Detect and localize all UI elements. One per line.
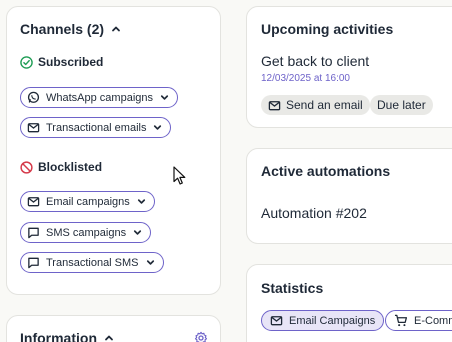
blocklisted-heading: Blocklisted bbox=[20, 160, 102, 174]
activity-date: 12/03/2025 at 16:00 bbox=[261, 73, 350, 84]
settings-icon[interactable] bbox=[194, 331, 208, 342]
tag-label: Due later bbox=[377, 98, 426, 112]
channels-card: Channels (2) Subscribed WhatsApp campaig… bbox=[6, 6, 221, 295]
tab-label: Email Campaigns bbox=[289, 314, 376, 327]
channel-pill-transactional-sms[interactable]: Transactional SMS bbox=[20, 252, 164, 273]
subscribed-heading: Subscribed bbox=[20, 55, 103, 69]
tag-label: Send an email bbox=[286, 98, 363, 112]
stats-tab-ecommerce[interactable]: E-Comm bbox=[385, 310, 452, 331]
subscribed-label: Subscribed bbox=[38, 55, 104, 69]
upcoming-title: Upcoming activities bbox=[261, 21, 394, 37]
information-header[interactable]: Information bbox=[20, 330, 115, 342]
tab-label: E-Comm bbox=[414, 314, 452, 327]
channel-pill-whatsapp[interactable]: WhatsApp campaigns bbox=[20, 87, 178, 108]
chevron-down-icon bbox=[137, 199, 145, 204]
chevron-down-icon bbox=[154, 125, 162, 130]
channels-title: Channels (2) bbox=[20, 21, 105, 37]
channel-pill-label: Transactional SMS bbox=[46, 256, 139, 269]
information-title: Information bbox=[20, 330, 97, 342]
activity-title[interactable]: Get back to client bbox=[261, 53, 369, 69]
upcoming-activities-card: Upcoming activities Get back to client 1… bbox=[246, 6, 452, 128]
channel-pill-label: Email campaigns bbox=[46, 195, 130, 208]
channel-pill-label: Transactional emails bbox=[46, 121, 147, 134]
due-later-tag: Due later bbox=[370, 95, 433, 115]
check-circle-icon bbox=[20, 55, 33, 69]
channel-pill-transactional-emails[interactable]: Transactional emails bbox=[20, 117, 172, 138]
channels-header[interactable]: Channels (2) bbox=[20, 21, 122, 37]
blocked-icon bbox=[20, 160, 33, 174]
chevron-up-icon bbox=[105, 335, 113, 341]
information-card: Information bbox=[6, 315, 221, 342]
mail-icon bbox=[268, 100, 281, 110]
mail-icon bbox=[27, 197, 40, 207]
message-icon bbox=[28, 257, 39, 269]
active-automations-card: Active automations Automation #202 bbox=[246, 148, 452, 244]
statistics-card: Statistics Email Campaigns E-Comm bbox=[246, 264, 452, 342]
send-email-tag[interactable]: Send an email bbox=[261, 95, 370, 115]
automation-item[interactable]: Automation #202 bbox=[261, 205, 367, 221]
chevron-down-icon bbox=[146, 260, 154, 265]
automations-title: Active automations bbox=[261, 163, 391, 179]
stats-tab-email-campaigns[interactable]: Email Campaigns bbox=[261, 310, 385, 331]
whatsapp-icon bbox=[27, 91, 40, 103]
channel-pill-email-campaigns[interactable]: Email campaigns bbox=[20, 191, 155, 212]
channel-pill-sms-campaigns[interactable]: SMS campaigns bbox=[20, 222, 152, 243]
mail-icon bbox=[270, 316, 283, 326]
mouse-cursor-icon bbox=[173, 166, 186, 185]
statistics-title: Statistics bbox=[261, 280, 324, 296]
channel-pill-label: WhatsApp campaigns bbox=[46, 91, 153, 104]
chevron-down-icon bbox=[160, 95, 169, 100]
chevron-down-icon bbox=[134, 230, 142, 235]
blocklisted-label: Blocklisted bbox=[38, 160, 103, 174]
cart-icon bbox=[394, 314, 408, 327]
message-icon bbox=[28, 227, 39, 239]
channel-pill-label: SMS campaigns bbox=[46, 226, 127, 239]
mail-icon bbox=[27, 123, 40, 133]
chevron-up-icon bbox=[112, 26, 120, 32]
